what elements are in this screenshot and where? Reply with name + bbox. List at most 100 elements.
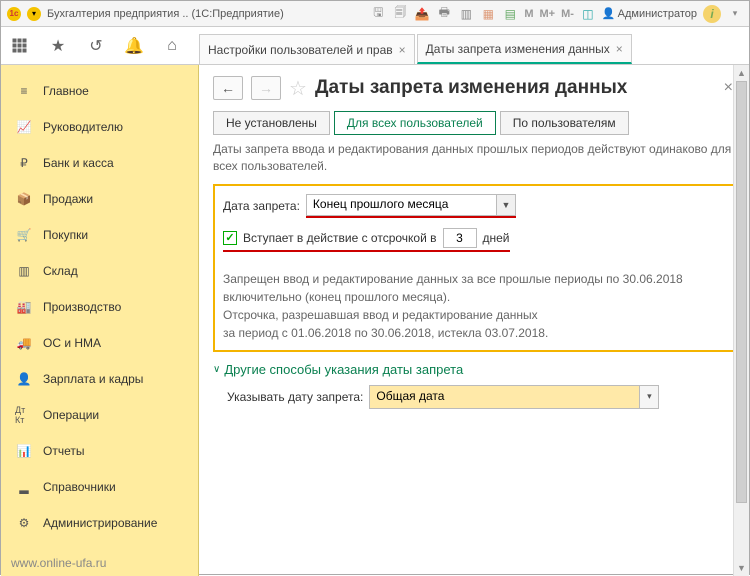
report-icon: 📊 (15, 442, 33, 460)
truck-icon: 🚚 (15, 334, 33, 352)
panel-toggle-icon[interactable]: ◫ (580, 6, 596, 22)
sidebar-footer: www.online-ufa.ru (1, 550, 198, 576)
warehouse-icon: ▥ (15, 262, 33, 280)
expander-label: Другие способы указания даты запрета (224, 362, 463, 377)
delay-label-pre: Вступает в действие с отсрочкой в (243, 231, 437, 245)
notifications-icon[interactable]: 🔔 (115, 27, 153, 65)
seg-not-set[interactable]: Не установлены (213, 111, 330, 135)
sidebar-item-reference[interactable]: ▂ Справочники (1, 469, 198, 505)
sidebar-item-main[interactable]: ≡ Главное (1, 73, 198, 109)
home-icon[interactable]: ⌂ (153, 27, 191, 65)
chevron-down-icon[interactable]: ▾ (639, 385, 659, 409)
sidebar-item-label: Операции (43, 408, 99, 422)
seg-by-users[interactable]: По пользователям (500, 111, 629, 135)
sidebar-item-assets[interactable]: 🚚 ОС и НМА (1, 325, 198, 361)
info-icon[interactable]: i (703, 5, 721, 23)
app-title: Бухгалтерия предприятия .. (1С:Предприят… (47, 8, 284, 20)
calculator-icon[interactable]: ▤ (502, 6, 518, 22)
sidebar-item-operations[interactable]: Дт КтОперации (1, 397, 198, 433)
scope-segment: Не установлены Для всех пользователей По… (213, 111, 737, 135)
tab-user-settings[interactable]: Настройки пользователей и прав × (199, 34, 415, 64)
sidebar-item-admin[interactable]: ⚙ Администрирование (1, 505, 198, 541)
mode-label: Указывать дату запрета: (227, 390, 363, 404)
sidebar-item-label: Руководителю (43, 120, 123, 134)
sidebar-item-label: Справочники (43, 480, 116, 494)
person-icon: 👤 (15, 370, 33, 388)
sidebar-item-label: Отчеты (43, 444, 84, 458)
lock-explanation: Запрещен ввод и редактирование данных за… (223, 270, 727, 342)
delay-label-post: дней (483, 231, 510, 245)
m-icon[interactable]: M (524, 8, 533, 20)
nav-forward-button[interactable]: → (251, 76, 281, 100)
calendar-icon[interactable]: ▦ (480, 6, 496, 22)
sidebar-item-warehouse[interactable]: ▥ Склад (1, 253, 198, 289)
book-icon: ▂ (15, 478, 33, 496)
menu-icon: ≡ (15, 82, 33, 100)
lock-date-select[interactable]: Конец прошлого месяца ▼ (306, 194, 516, 218)
sidebar-item-label: ОС и НМА (43, 336, 101, 350)
scroll-up-icon[interactable]: ▲ (734, 65, 749, 81)
content-area: ← → ☆ Даты запрета изменения данных × Не… (199, 65, 749, 576)
scroll-thumb[interactable] (736, 81, 747, 503)
tab-label: Даты запрета изменения данных (426, 42, 610, 56)
sidebar-item-manager[interactable]: 📈Руководителю (1, 109, 198, 145)
gear-icon: ⚙ (15, 514, 33, 532)
chart-icon[interactable]: ▥ (458, 6, 474, 22)
send-icon[interactable]: 📤 (414, 6, 430, 22)
favorite-star-icon[interactable]: ☆ (289, 76, 307, 101)
expander-other-modes[interactable]: ∨ Другие способы указания даты запрета (213, 362, 737, 377)
nav-back-button[interactable]: ← (213, 76, 243, 100)
scroll-track[interactable] (734, 81, 749, 560)
lock-date-value: Конец прошлого месяца (306, 194, 496, 216)
sidebar-item-label: Покупки (43, 228, 88, 242)
save-icon[interactable]: 🖫 (370, 6, 386, 22)
close-icon[interactable]: × (399, 43, 406, 57)
close-icon[interactable]: × (616, 42, 623, 56)
seg-all-users[interactable]: Для всех пользователей (334, 111, 496, 135)
sidebar-item-label: Производство (43, 300, 121, 314)
sidebar-item-bank[interactable]: ₽Банк и касса (1, 145, 198, 181)
sidebar-item-label: Продажи (43, 192, 93, 206)
sidebar-item-purchases[interactable]: 🛒 Покупки (1, 217, 198, 253)
favorites-icon[interactable]: ★ (39, 27, 77, 65)
print-icon[interactable]: 🖶 (436, 6, 452, 22)
mode-value: Общая дата (369, 385, 639, 409)
app-menu-dropdown-icon[interactable]: ▾ (27, 7, 41, 21)
sidebar-item-label: Склад (43, 264, 78, 278)
vertical-scrollbar[interactable]: ▲ ▼ (733, 65, 749, 576)
user-label: Администратор (618, 8, 697, 20)
cart-icon: 🛒 (15, 226, 33, 244)
sidebar-item-label: Администрирование (43, 516, 157, 530)
mode-select[interactable]: Общая дата ▾ (369, 385, 659, 409)
app-logo-icon: 1c (7, 7, 21, 21)
dropdown-icon[interactable]: ▾ (727, 6, 743, 22)
sidebar-item-label: Зарплата и кадры (43, 372, 143, 386)
titlebar: 1c ▾ Бухгалтерия предприятия .. (1С:Пред… (1, 1, 749, 27)
lock-date-label: Дата запрета: (223, 199, 300, 213)
sidebar-item-salary[interactable]: 👤 Зарплата и кадры (1, 361, 198, 397)
print-preview-icon[interactable]: 🗐 (392, 6, 408, 22)
sidebar-item-reports[interactable]: 📊 Отчеты (1, 433, 198, 469)
delay-checkbox[interactable]: ✓ (223, 231, 237, 245)
user-icon: 👤 (602, 7, 616, 20)
m-plus-icon[interactable]: M+ (540, 8, 556, 20)
delay-days-input[interactable] (443, 228, 477, 248)
scroll-down-icon[interactable]: ▼ (734, 560, 749, 576)
factory-icon: 🏭 (15, 298, 33, 316)
history-icon[interactable]: ↺ (77, 27, 115, 65)
scope-description: Даты запрета ввода и редактирования данн… (213, 141, 733, 176)
sidebar: ≡ Главное 📈Руководителю ₽Банк и касса 📦 Пр… (1, 65, 199, 576)
main-toolbar: ★ ↺ 🔔 ⌂ Настройки пользователей и прав ×… (1, 27, 749, 65)
m-minus-icon[interactable]: M- (561, 8, 574, 20)
sidebar-item-production[interactable]: 🏭 Производство (1, 289, 198, 325)
sidebar-item-label: Главное (43, 84, 89, 98)
sidebar-item-label: Банк и касса (43, 156, 114, 170)
sidebar-item-sales[interactable]: 📦 Продажи (1, 181, 198, 217)
titlebar-tools: 🖫 🗐 📤 🖶 ▥ ▦ ▤ M M+ M- ◫ 👤 Администратор … (370, 5, 743, 23)
chevron-down-icon[interactable]: ▼ (496, 194, 516, 216)
current-user[interactable]: 👤 Администратор (602, 7, 697, 20)
tab-label: Настройки пользователей и прав (208, 43, 393, 57)
tab-lock-dates[interactable]: Даты запрета изменения данных × (417, 34, 632, 64)
apps-grid-icon[interactable] (1, 27, 39, 65)
box-icon: 📦 (15, 190, 33, 208)
